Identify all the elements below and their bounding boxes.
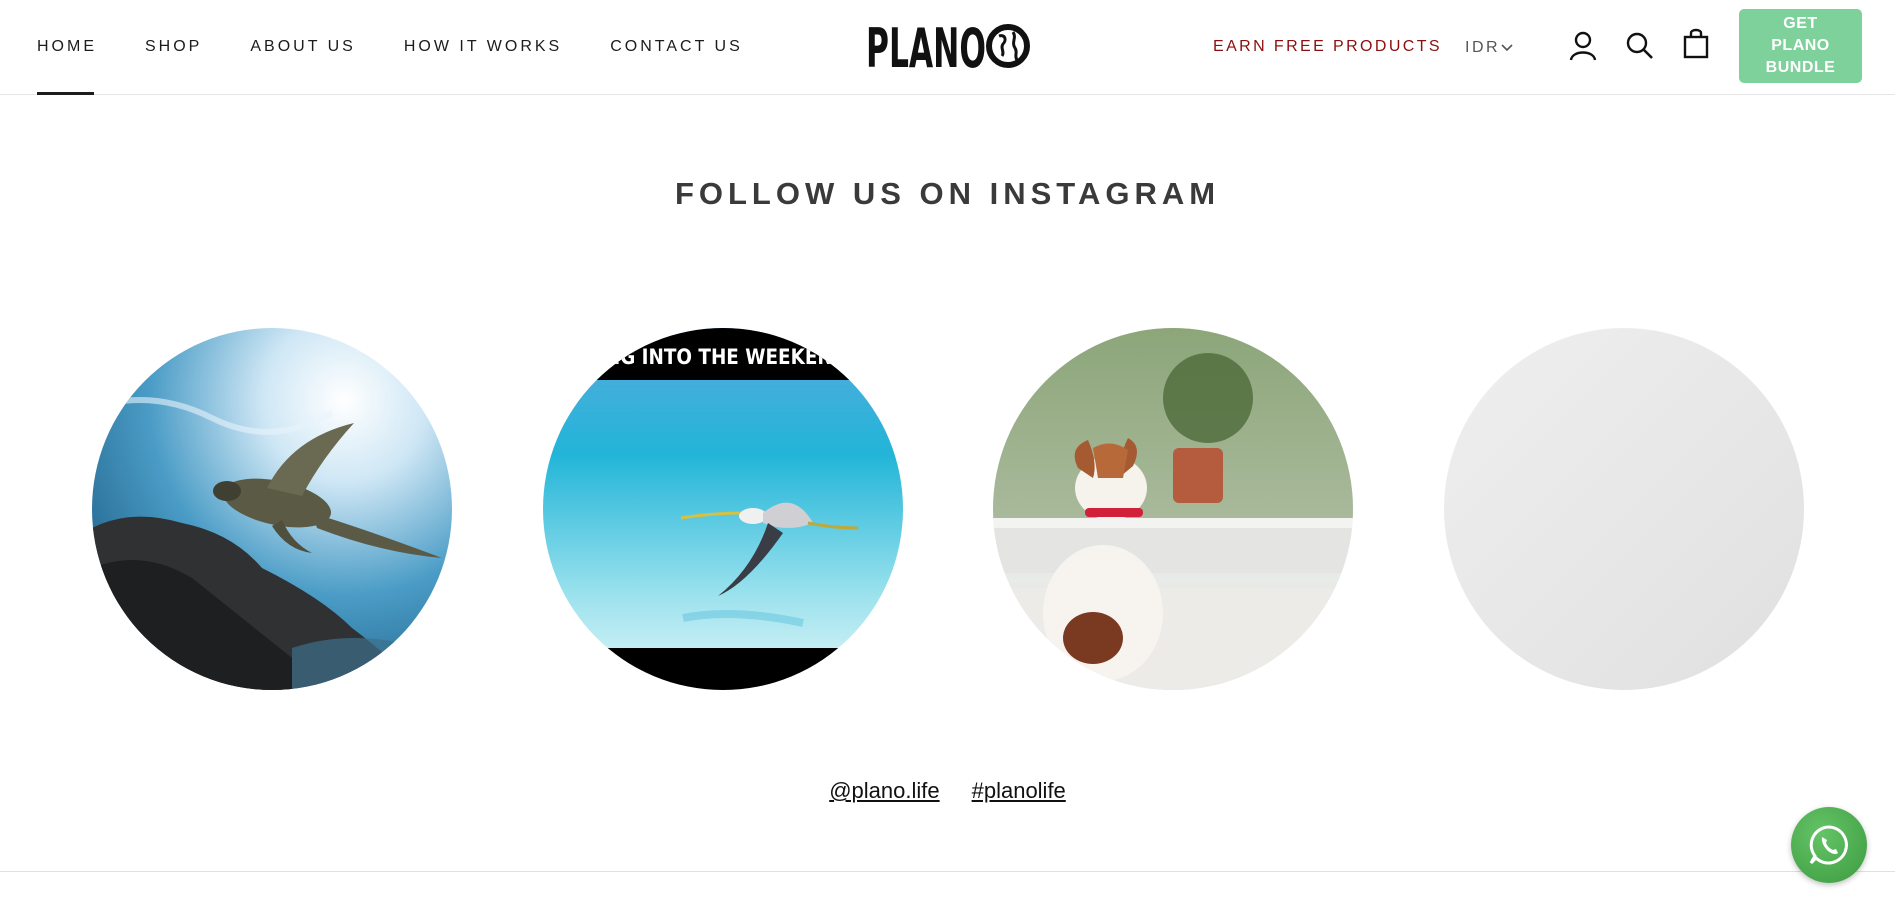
currency-value: IDR — [1465, 38, 1501, 56]
nav-shop[interactable]: SHOP — [145, 0, 202, 95]
nav-about-us[interactable]: ABOUT US — [250, 0, 356, 95]
instagram-post-turtle[interactable] — [92, 328, 452, 690]
instagram-hashtag-link[interactable]: #planolife — [972, 778, 1066, 804]
instagram-post-placeholder[interactable] — [1444, 328, 1804, 690]
instagram-post-heron[interactable]: ING INTO THE WEEKEND — [543, 328, 903, 690]
section-divider — [0, 871, 1895, 872]
globe-icon — [986, 24, 1030, 68]
account-icon[interactable] — [1568, 30, 1598, 62]
nav-home[interactable]: HOME — [37, 0, 97, 95]
earn-free-products-link[interactable]: EARN FREE PRODUCTS — [1213, 0, 1442, 95]
search-icon[interactable] — [1625, 30, 1655, 62]
main-nav: HOME SHOP ABOUT US HOW IT WORKS CONTACT … — [37, 0, 791, 95]
instagram-handle-link[interactable]: @plano.life — [829, 778, 939, 804]
instagram-links: @plano.life #planolife — [0, 778, 1895, 804]
chevron-down-icon — [1501, 43, 1513, 51]
plano-logo[interactable]: PLANO — [866, 17, 1031, 80]
cart-icon[interactable] — [1681, 27, 1711, 59]
get-plano-bundle-button[interactable]: GET PLANO BUNDLE — [1739, 9, 1862, 83]
nav-contact-us[interactable]: CONTACT US — [610, 0, 743, 95]
whatsapp-icon — [1809, 825, 1848, 865]
nav-how-it-works[interactable]: HOW IT WORKS — [404, 0, 562, 95]
currency-selector[interactable]: IDR — [1465, 0, 1513, 95]
whatsapp-chat-button[interactable] — [1791, 807, 1867, 883]
section-title: FOLLOW US ON INSTAGRAM — [674, 176, 1221, 211]
instagram-post-dog[interactable] — [993, 328, 1353, 690]
post-caption: ING INTO THE WEEKEND — [598, 345, 848, 369]
site-header: HOME SHOP ABOUT US HOW IT WORKS CONTACT … — [0, 0, 1895, 95]
logo-text: PLANO — [866, 20, 986, 72]
